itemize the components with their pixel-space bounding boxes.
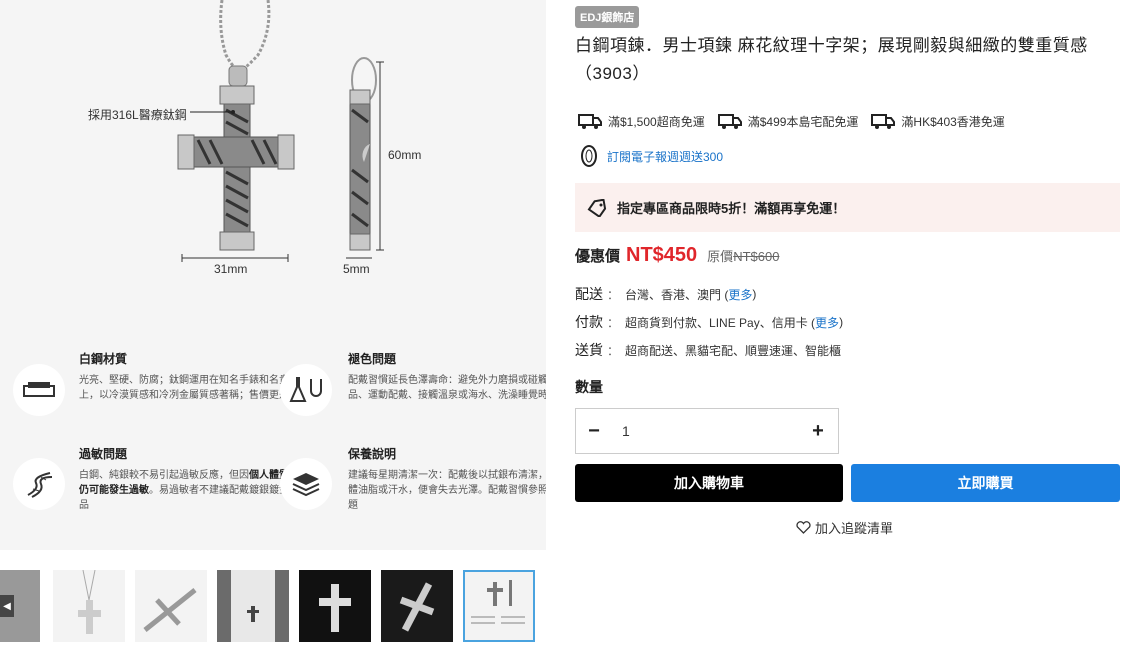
- shipping-item: 滿$1,500超商免運: [577, 112, 705, 130]
- steel-bar-icon: [13, 364, 65, 416]
- original-price: NT$600: [733, 249, 780, 264]
- delivery-more-link[interactable]: 更多: [728, 286, 752, 303]
- thumbnail-prev-button[interactable]: ◀: [0, 570, 40, 642]
- thumbnail[interactable]: [381, 570, 453, 642]
- store-badge[interactable]: EDJ銀飾店: [575, 6, 640, 28]
- quantity-label: 數量: [575, 379, 603, 395]
- feature-text: 配戴習慣延長色澤壽命：避免外力磨損或碰觸化學品、運動配戴、接觸溫泉或海水、洗澡睡…: [348, 375, 546, 401]
- feature-title: 過敏問題: [79, 447, 128, 461]
- thumbnail[interactable]: [299, 570, 371, 642]
- shipping-info: 滿$1,500超商免運 滿$499本島宅配免運 滿HK$403香港免運: [577, 112, 1017, 130]
- quantity-decrease-button[interactable]: −: [576, 409, 612, 453]
- add-to-cart-button[interactable]: 加入購物車: [575, 464, 843, 502]
- dna-icon: [13, 458, 65, 510]
- coin-icon: [581, 145, 597, 167]
- payment-more-link[interactable]: 更多: [815, 314, 839, 331]
- payment-value: 超商貨到付款、LINE Pay、信用卡 (: [625, 315, 816, 330]
- newsletter-link[interactable]: 訂閱電子報週週送300: [607, 148, 723, 165]
- wishlist-button[interactable]: 加入追蹤清單: [796, 518, 893, 537]
- newsletter-row: 訂閱電子報週週送300: [580, 145, 723, 167]
- thumbnail-active[interactable]: [463, 570, 535, 642]
- truck-icon: [871, 114, 896, 129]
- shipping-method-row: 送貨 ： 超商配送、黑貓宅配、順豐速運、智能櫃: [575, 342, 842, 358]
- feature-text: 白鋼、純銀較不易引起過敏反應，但因個人體質差異仍可能發生過敏。易過敏者不建議配戴…: [79, 470, 309, 511]
- thumbnail[interactable]: [217, 570, 289, 642]
- promo-banner[interactable]: 指定專區商品限時5折！滿額再享免運！: [575, 183, 1120, 232]
- dimension-height: 60mm: [388, 148, 422, 162]
- product-main-image[interactable]: 採用316L醫療鈦鋼 60mm 31mm 5mm 白鋼材質 光亮、堅硬、防腐；鈦…: [0, 0, 546, 550]
- payment-key: 付款: [575, 314, 603, 330]
- payment-row: 付款 ： 超商貨到付款、LINE Pay、信用卡 ( 更多 ): [575, 314, 844, 331]
- shipping-item: 滿HK$403香港免運: [870, 112, 1005, 130]
- feature-material: 白鋼材質 光亮、堅硬、防腐；鈦鋼運用在知名手錶和名貴鋼筆上，以冷漠質感和冷冽金屬…: [79, 350, 309, 403]
- product-illustration: [177, 0, 384, 262]
- truck-icon: [578, 114, 602, 129]
- thumbnail[interactable]: [135, 570, 207, 642]
- shipping-item: 滿$499本島宅配免運: [717, 112, 859, 130]
- shipping-text: 滿$1,500超商免運: [608, 114, 705, 129]
- material-callout: 採用316L醫療鈦鋼: [88, 108, 187, 122]
- feature-text: 建議每星期清潔一次：配戴後以拭銀布清潔，沾上人體油脂或汗水，便會失去光澤。配戴習…: [348, 470, 546, 511]
- feature-title: 褪色問題: [348, 352, 397, 366]
- truck-icon: [717, 114, 742, 129]
- buy-now-button[interactable]: 立即購買: [851, 464, 1120, 502]
- delivery-value: 台灣、香港、澳門 (: [625, 287, 729, 302]
- delivery-key: 配送: [575, 286, 603, 302]
- thumbnail-strip: ◀: [0, 570, 546, 642]
- product-title: 白鋼項鍊．男士項鍊 麻花紋理十字架；展現剛毅與細緻的雙重質感（3903）: [575, 36, 1088, 83]
- layers-icon: [280, 458, 332, 510]
- dimension-width: 31mm: [214, 262, 248, 276]
- feature-care: 保養說明 建議每星期清潔一次：配戴後以拭銀布清潔，沾上人體油脂或汗水，便會失去光…: [348, 445, 546, 513]
- delivery-row: 配送 ： 台灣、香港、澳門 ( 更多 ): [575, 286, 757, 303]
- dimension-thickness: 5mm: [343, 262, 370, 276]
- sale-price-label: 優惠價: [575, 248, 621, 265]
- sale-price: NT$450: [626, 244, 698, 266]
- thumbnail[interactable]: [53, 570, 125, 642]
- feature-allergy: 過敏問題 白鋼、純銀較不易引起過敏反應，但因個人體質差異仍可能發生過敏。易過敏者…: [79, 445, 309, 513]
- heart-icon: [796, 521, 811, 534]
- shipping-method-value: 超商配送、黑貓宅配、順豐速運、智能櫃: [625, 343, 842, 358]
- original-price-label: 原價: [707, 249, 734, 264]
- tag-icon: [587, 198, 607, 217]
- shipping-text: 滿$499本島宅配免運: [747, 114, 859, 129]
- flask-icon: [280, 364, 332, 416]
- quantity-stepper: − 1 +: [575, 408, 839, 454]
- feature-fading: 褪色問題 配戴習慣延長色澤壽命：避免外力磨損或碰觸化學品、運動配戴、接觸溫泉或海…: [348, 350, 546, 403]
- shipping-text: 滿HK$403香港免運: [901, 114, 1005, 129]
- feature-title: 白鋼材質: [79, 352, 128, 366]
- chevron-left-icon: ◀: [0, 595, 14, 617]
- feature-title: 保養說明: [348, 447, 397, 461]
- price-row: 優惠價 NT$450 原價 NT$600: [575, 244, 779, 267]
- quantity-increase-button[interactable]: +: [800, 409, 836, 453]
- promo-text: 指定專區商品限時5折！滿額再享免運！: [617, 201, 846, 216]
- feature-text: 光亮、堅硬、防腐；鈦鋼運用在知名手錶和名貴鋼筆上，以冷漠質感和冷冽金屬質感著稱；…: [79, 375, 309, 401]
- quantity-input[interactable]: 1: [622, 423, 630, 439]
- shipping-method-key: 送貨: [575, 342, 603, 358]
- wishlist-label: 加入追蹤清單: [815, 521, 894, 536]
